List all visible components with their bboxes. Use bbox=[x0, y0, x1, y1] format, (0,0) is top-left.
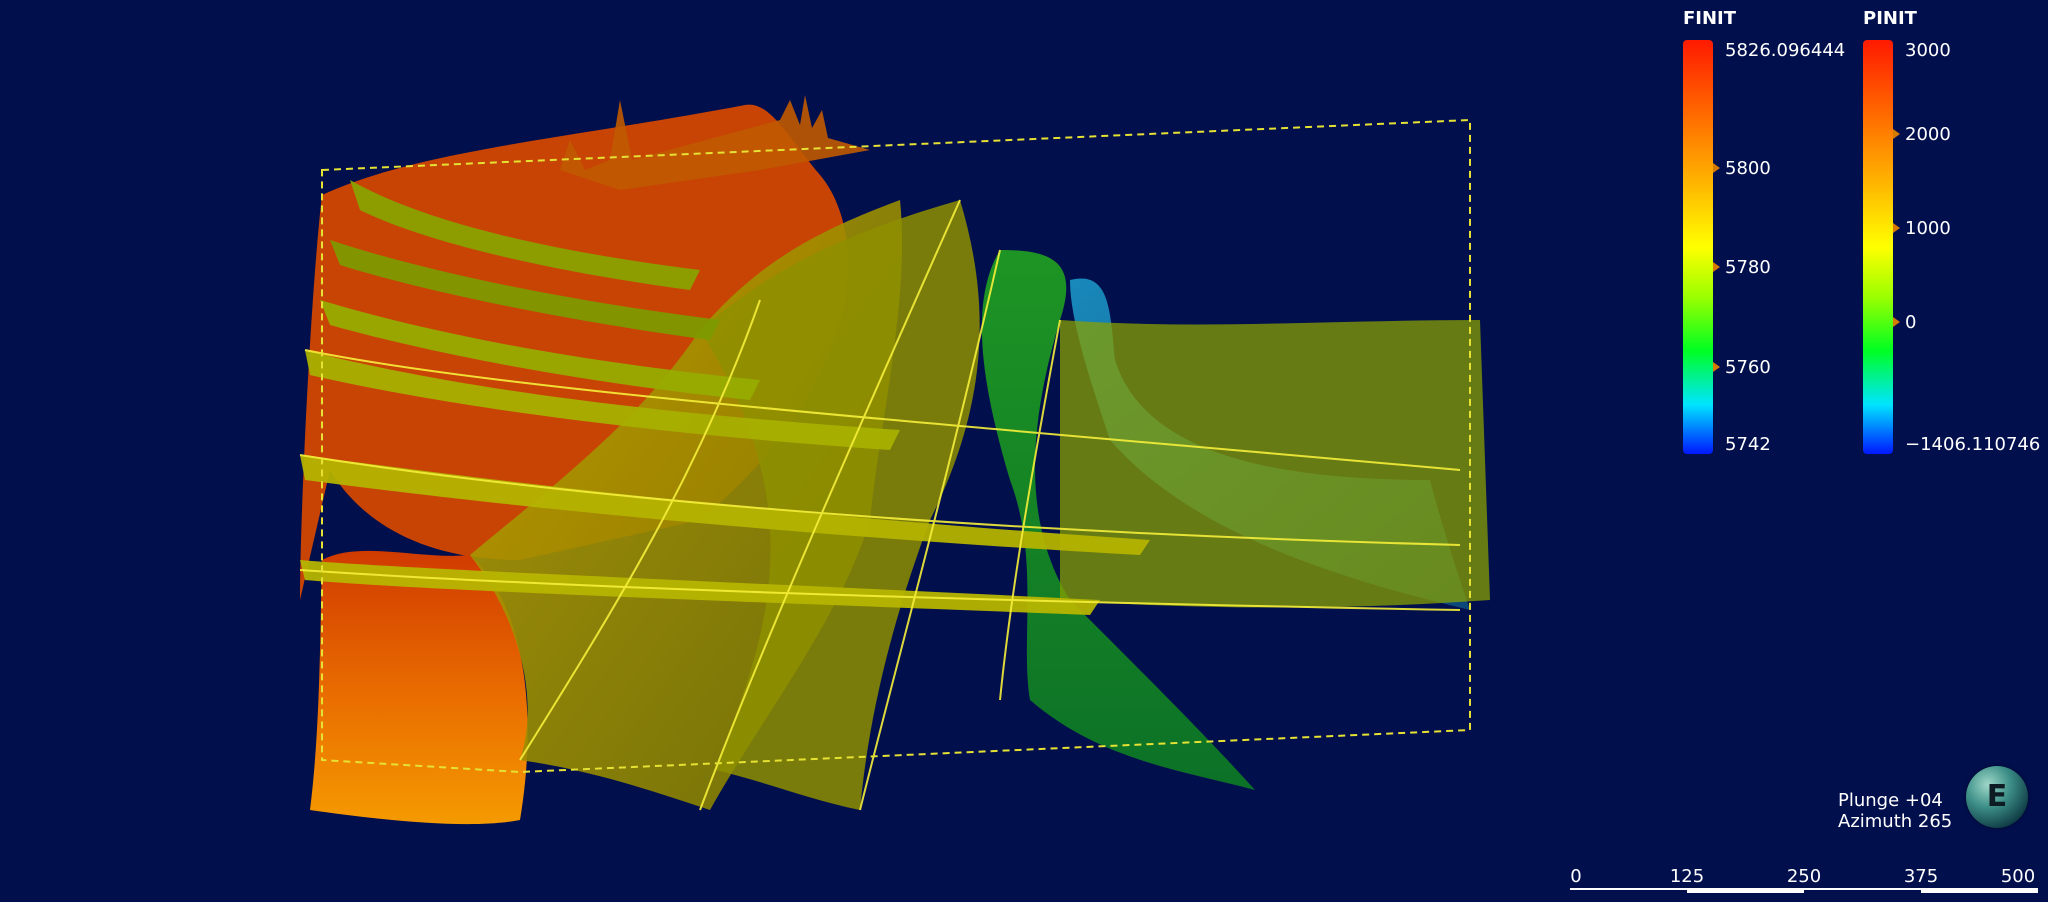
scale-segment bbox=[1687, 890, 1804, 893]
legend-title: FINIT bbox=[1683, 8, 1737, 29]
tick-label: 5742 bbox=[1725, 434, 1771, 455]
scale-label: 0 bbox=[1570, 866, 1582, 887]
tick-label: 5780 bbox=[1725, 257, 1771, 278]
scale-bar: 0 125 250 375 500 bbox=[1570, 866, 2038, 896]
tick-marker bbox=[1893, 223, 1900, 233]
tick-label: 5760 bbox=[1725, 357, 1771, 378]
compass-icon[interactable]: E bbox=[1966, 766, 2028, 828]
compass-direction-label: E bbox=[1986, 779, 2008, 814]
finit-color-legend: FINIT 5826.096444 5800 5780 5760 5742 bbox=[1683, 8, 1863, 468]
scale-label: 250 bbox=[1786, 866, 1822, 887]
scale-label: 125 bbox=[1669, 866, 1705, 887]
color-scale-bar bbox=[1863, 40, 1893, 454]
plunge-readout: Plunge +04 bbox=[1838, 790, 1943, 811]
tick-label: −1406.110746 bbox=[1905, 434, 2041, 455]
scale-label: 375 bbox=[1903, 866, 1939, 887]
legend-title: PINIT bbox=[1863, 8, 1917, 29]
view-orientation-readout: Plunge +04 Azimuth 265 bbox=[1838, 790, 1952, 832]
tick-marker bbox=[1893, 129, 1900, 139]
tick-marker bbox=[1893, 317, 1900, 327]
tick-label: 3000 bbox=[1905, 40, 1951, 61]
scale-label: 500 bbox=[2000, 866, 2036, 887]
tick-marker bbox=[1713, 262, 1720, 272]
color-scale-bar bbox=[1683, 40, 1713, 454]
model-surfaces bbox=[299, 95, 1490, 825]
scale-segment bbox=[1921, 890, 2038, 893]
azimuth-readout: Azimuth 265 bbox=[1838, 811, 1953, 832]
tick-label: 0 bbox=[1905, 312, 1917, 333]
tick-marker bbox=[1713, 163, 1720, 173]
horizon-right-block bbox=[1060, 320, 1490, 608]
tick-marker bbox=[1713, 362, 1720, 372]
pinit-color-legend: PINIT 3000 2000 1000 0 −1406.110746 bbox=[1863, 8, 2043, 468]
tick-label: 1000 bbox=[1905, 218, 1951, 239]
tick-label: 2000 bbox=[1905, 124, 1951, 145]
tick-label: 5826.096444 bbox=[1725, 40, 1846, 61]
tick-label: 5800 bbox=[1725, 158, 1771, 179]
